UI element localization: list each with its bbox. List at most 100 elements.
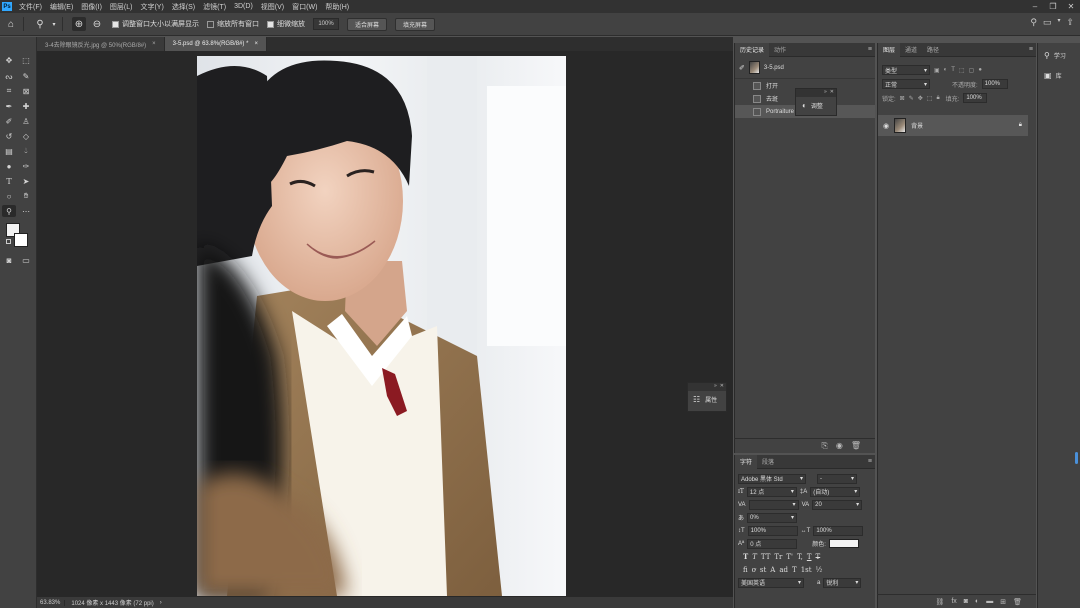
filter-shape-icon[interactable]: ⬚ [959,67,965,74]
lock-artboard-icon[interactable]: ⬚ [927,95,933,102]
menu-image[interactable]: 图像(I) [77,2,106,12]
scrubby-zoom-checkbox[interactable]: 细微缩放 [267,19,305,29]
lasso-tool-icon[interactable]: ᔓ [2,70,16,82]
tab-close-icon[interactable]: × [254,41,258,47]
filter-toggle-icon[interactable]: ● [978,67,982,73]
zoom-tool-icon[interactable]: ⚲ [2,205,16,217]
zoom-out-icon[interactable]: ⊖ [90,17,104,31]
eye-icon[interactable]: ◉ [883,122,889,130]
path-select-tool-icon[interactable]: ➤ [19,175,33,187]
filter-adjustment-icon[interactable]: ◐ [944,67,948,73]
faux-italic-button[interactable]: T [752,553,757,561]
superscript-button[interactable]: T' [786,553,793,561]
ligatures-button[interactable]: fi [743,566,748,574]
panel-menu-icon[interactable]: ≡ [868,46,872,53]
filter-type-icon[interactable]: T [951,67,955,73]
move-tool-icon[interactable]: ✥ [2,54,16,66]
default-colors-icon[interactable] [6,239,11,244]
close-icon[interactable]: ✕ [830,89,834,97]
pen-tool-icon[interactable]: ✑ [19,160,33,172]
brush-tool-icon[interactable]: ✐ [2,115,16,127]
share-icon[interactable]: ⇪ [1066,17,1074,28]
panel-menu-icon[interactable]: ≡ [1029,46,1033,53]
quick-mask-icon[interactable]: ◙ [2,254,16,266]
chevron-down-icon[interactable]: ▾ [1057,17,1060,28]
leading-select[interactable]: (自动) ▾ [810,486,861,497]
menu-view[interactable]: 视图(V) [257,2,288,12]
marquee-tool-icon[interactable]: ⬚ [19,54,33,66]
menu-file[interactable]: 文件(F) [15,2,46,12]
history-brush-tool-icon[interactable]: ↺ [2,130,16,142]
baseline-shift-field[interactable]: 0 点 [747,538,798,549]
tab-document-1[interactable]: 3-4去除眼镜反光.jpg @ 50%(RGB/8#) × [37,37,165,51]
layer-filter-select[interactable]: 类型 ▾ [882,65,930,75]
language-select[interactable]: 美国英语 ▾ [738,577,804,588]
minimize-icon[interactable]: – [1026,0,1044,13]
all-caps-button[interactable]: TT [761,553,770,561]
tab-close-icon[interactable]: × [152,41,156,47]
tab-actions[interactable]: 动作 [769,43,791,57]
close-icon[interactable]: ✕ [1062,0,1080,13]
tsume-select[interactable]: 0% ▾ [747,512,798,523]
history-snapshot[interactable]: ✐ 3-5.psd [735,57,875,79]
faux-bold-button[interactable]: T [743,552,748,561]
menu-select[interactable]: 选择(S) [168,2,199,12]
new-group-icon[interactable]: ▬ [986,598,993,605]
layer-style-icon[interactable]: fx [951,598,956,605]
more-tools-icon[interactable]: ⋯ [19,205,33,217]
status-zoom[interactable]: 63.83% [40,599,66,606]
hand-tool-icon[interactable]: ✋︎ [19,190,33,202]
new-document-from-state-icon[interactable]: ⎘ [821,441,827,451]
workspace-icon[interactable]: ▭ [1043,17,1052,28]
zoom-in-icon[interactable]: ⊕ [72,17,86,31]
collapse-icon[interactable]: » [824,89,827,97]
filter-smart-object-icon[interactable]: ▢ [969,67,975,74]
home-icon[interactable]: ⌂ [4,17,18,31]
restore-icon[interactable]: ❐ [1044,0,1062,13]
menu-layer[interactable]: 图层(L) [106,2,137,12]
brush-source-icon[interactable]: ✐ [739,64,745,72]
document-photo[interactable] [197,56,566,596]
tab-document-2[interactable]: 3-5.psd @ 63.8%(RGB/8#) * × [164,37,267,51]
tab-channels[interactable]: 通道 [900,43,922,57]
text-color-swatch[interactable] [828,539,859,548]
layer-mask-icon[interactable]: ◙ [964,598,968,605]
status-arrow-icon[interactable]: › [160,600,162,606]
ordinals-button[interactable]: T [792,566,797,574]
vertical-scale-field[interactable]: 100% [747,525,798,536]
menu-edit[interactable]: 编辑(E) [46,2,77,12]
properties-button[interactable]: ☷ 属性 [688,391,726,404]
frame-tool-icon[interactable]: ⊠ [19,85,33,97]
font-style-select[interactable]: - ▾ [817,473,857,484]
tab-paths[interactable]: 路径 [922,43,944,57]
underline-button[interactable]: T [807,553,812,561]
horizontal-scale-field[interactable]: 100% [813,525,864,536]
lock-image-icon[interactable]: ✎ [909,95,914,102]
screen-mode-icon[interactable]: ▭ [19,254,33,266]
tracking-select[interactable]: 20 ▾ [812,499,863,510]
font-size-select[interactable]: 12 点 ▾ [746,486,797,497]
subscript-button[interactable]: T, [797,553,803,561]
blend-mode-select[interactable]: 正常 ▾ [882,79,930,89]
learn-panel-button[interactable]: ⚲ 学习 [1038,45,1080,65]
menu-type[interactable]: 文字(Y) [136,2,167,12]
filter-pixel-icon[interactable]: ▣ [934,67,940,74]
adjustments-button[interactable]: ◐ 调整 [796,97,836,110]
swash-button[interactable]: st [760,566,766,574]
lock-all-icon[interactable]: 🔒︎ [936,95,939,102]
background-color-swatch[interactable] [14,233,28,247]
font-family-select[interactable]: Adobe 黑体 Std ▾ [738,473,806,484]
gradient-tool-icon[interactable]: ▤ [2,145,16,157]
dodge-tool-icon[interactable]: ● [2,160,16,172]
resize-windows-checkbox[interactable]: 调整窗口大小以满屏显示 [112,19,199,29]
lock-position-icon[interactable]: ✥ [918,95,923,102]
new-layer-icon[interactable]: ⊞ [1000,598,1006,606]
anti-alias-select[interactable]: 锐利 ▾ [823,577,862,588]
eyedropper-tool-icon[interactable]: ✒ [2,100,16,112]
menu-3d[interactable]: 3D(D) [230,3,257,10]
tab-history[interactable]: 历史记录 [735,42,770,57]
lock-transparent-icon[interactable]: ⊠ [900,95,905,102]
titling-alternates-button[interactable]: ad [779,566,788,574]
ellipse-tool-icon[interactable]: ○ [2,190,16,202]
menu-window[interactable]: 窗口(W) [288,2,321,12]
